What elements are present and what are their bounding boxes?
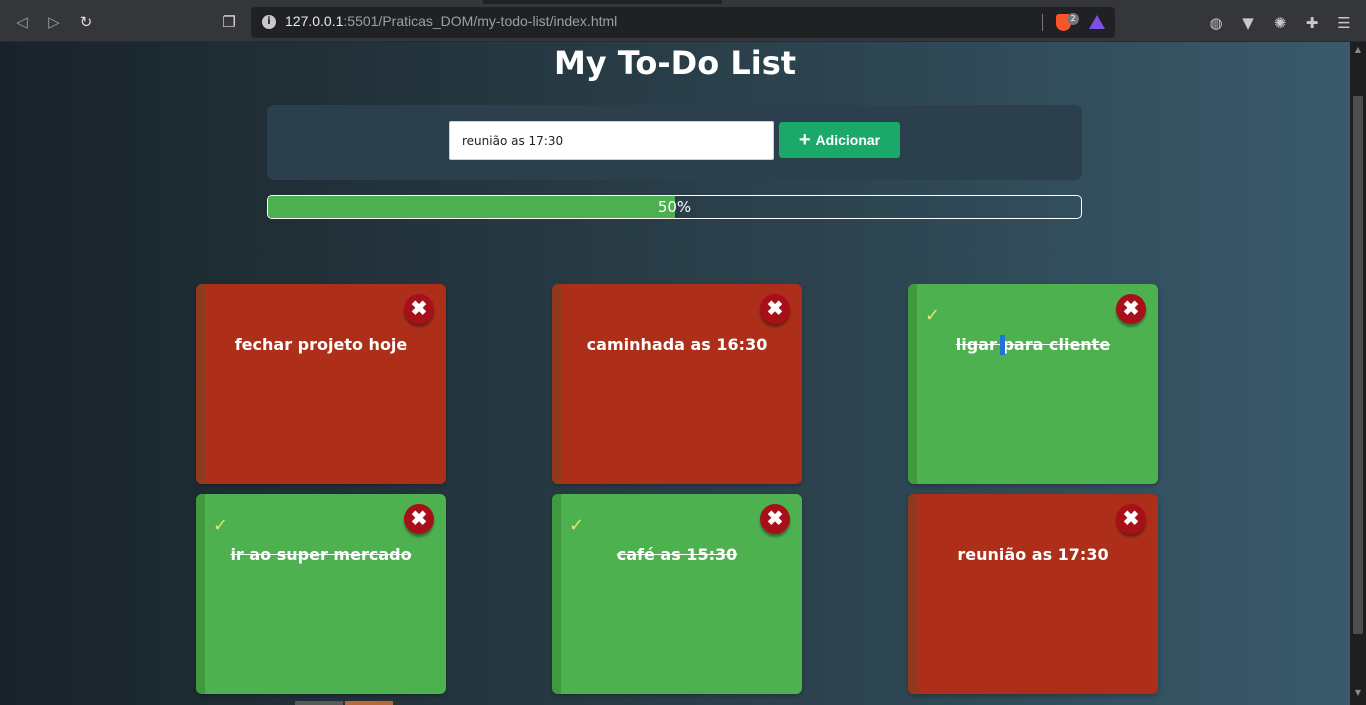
brave-rewards-icon[interactable] xyxy=(1089,15,1105,29)
scrollbar-thumb[interactable] xyxy=(1353,96,1363,634)
taskbar-fragment xyxy=(295,701,343,705)
menu-icon[interactable]: ☰ xyxy=(1335,14,1353,32)
page-title: My To-Do List xyxy=(553,44,797,82)
task-text: reunião as 17:30 xyxy=(957,545,1109,564)
url-path: :5501/Praticas_DOM/my-todo-list/index.ht… xyxy=(343,13,618,29)
browser-toolbar: ◁ ▷ ↻ ❐ i 127.0.0.1:5501/Praticas_DOM/my… xyxy=(0,4,1366,42)
close-icon[interactable]: ✖ xyxy=(1116,504,1146,534)
add-button-label: Adicionar xyxy=(815,132,881,148)
vue-devtools-icon[interactable]: ▼ xyxy=(1239,14,1257,32)
url-host: 127.0.0.1 xyxy=(285,13,344,29)
checkmark-icon: ✓ xyxy=(569,515,585,536)
task-text: ligar para cliente xyxy=(955,335,1111,354)
close-icon[interactable]: ✖ xyxy=(760,504,790,534)
shields-count-badge: 2 xyxy=(1067,13,1079,25)
task-card[interactable]: fechar projeto hoje ✖ xyxy=(196,284,446,484)
address-bar[interactable]: i 127.0.0.1:5501/Praticas_DOM/my-todo-li… xyxy=(251,7,1115,38)
progress-label: 50% xyxy=(657,198,692,216)
plus-icon: + xyxy=(798,129,811,151)
add-task-button[interactable]: + Adicionar xyxy=(779,122,900,158)
url-text[interactable]: 127.0.0.1:5501/Praticas_DOM/my-todo-list… xyxy=(285,13,617,29)
scrollbar[interactable]: ▲ ▼ xyxy=(1350,42,1366,705)
puzzle-icon[interactable]: ✚ xyxy=(1303,14,1321,32)
scroll-up-icon[interactable]: ▲ xyxy=(1350,44,1366,56)
forward-icon[interactable]: ▷ xyxy=(44,12,64,32)
card-stripe xyxy=(552,494,561,694)
close-icon[interactable]: ✖ xyxy=(404,504,434,534)
task-text: caminhada as 16:30 xyxy=(586,335,768,354)
gear-icon[interactable]: ✺ xyxy=(1271,14,1289,32)
task-text: fechar projeto hoje xyxy=(234,335,408,354)
back-icon[interactable]: ◁ xyxy=(12,12,32,32)
task-card[interactable]: ✓ ir ao super mercado ✖ xyxy=(196,494,446,694)
close-icon[interactable]: ✖ xyxy=(760,294,790,324)
task-card[interactable]: ✓ ligar para cliente ✖ xyxy=(908,284,1158,484)
scroll-down-icon[interactable]: ▼ xyxy=(1350,687,1366,699)
task-card[interactable]: caminhada as 16:30 ✖ xyxy=(552,284,802,484)
close-icon[interactable]: ✖ xyxy=(1116,294,1146,324)
checkmark-icon: ✓ xyxy=(213,515,229,536)
card-stripe xyxy=(908,494,917,694)
card-stripe xyxy=(196,284,205,484)
task-text: café as 15:30 xyxy=(616,545,738,564)
checkmark-icon: ✓ xyxy=(925,305,941,326)
input-panel: + Adicionar xyxy=(267,105,1082,180)
card-stripe xyxy=(552,284,561,484)
card-stripe xyxy=(196,494,205,694)
task-input[interactable] xyxy=(449,121,774,160)
task-text: ir ao super mercado xyxy=(230,545,412,564)
site-info-icon[interactable]: i xyxy=(262,15,276,29)
bookmark-icon[interactable]: ❐ xyxy=(219,12,239,32)
taskbar-fragment xyxy=(345,701,393,705)
card-stripe xyxy=(908,284,917,484)
text-selection-caret xyxy=(1000,335,1005,355)
address-bar-divider xyxy=(1042,14,1043,31)
close-icon[interactable]: ✖ xyxy=(404,294,434,324)
progress-bar: 50% xyxy=(267,195,1082,219)
task-card[interactable]: reunião as 17:30 ✖ xyxy=(908,494,1158,694)
task-card[interactable]: ✓ café as 15:30 ✖ xyxy=(552,494,802,694)
reload-icon[interactable]: ↻ xyxy=(76,12,96,32)
extension-icon[interactable]: ◍ xyxy=(1207,14,1225,32)
